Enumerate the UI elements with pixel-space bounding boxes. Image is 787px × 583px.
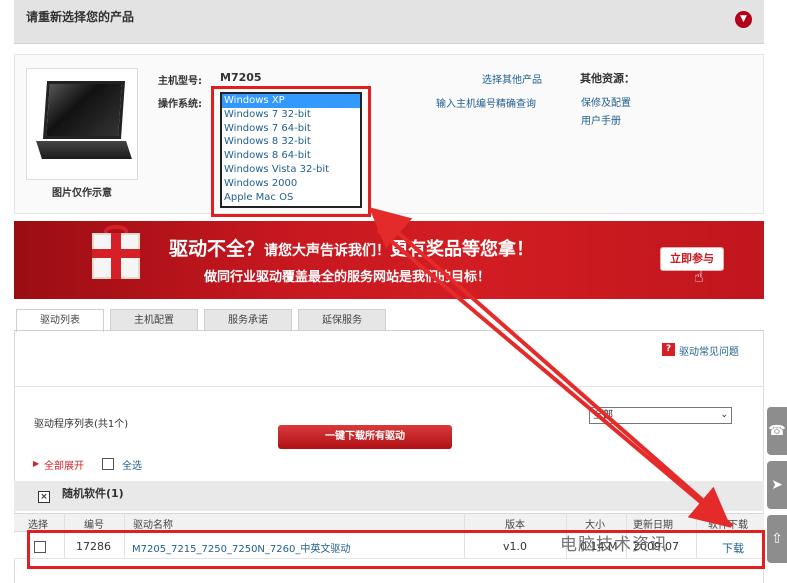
laptop-base xyxy=(36,141,132,159)
tab-driver-list[interactable]: 驱动列表 xyxy=(16,309,104,332)
select-other-product-link[interactable]: 选择其他产品 xyxy=(482,71,542,86)
image-caption: 图片仅作示意 xyxy=(52,188,112,199)
banner-headline: 驱动不全？请您大声告诉我们！更有奖品等您拿！ xyxy=(169,234,534,261)
top-icon[interactable]: ⇧ xyxy=(767,515,787,563)
warranty-link[interactable]: 保修及配置 xyxy=(581,94,631,109)
column-header: 版本 xyxy=(505,520,525,531)
chevron-down-icon: ⌄ xyxy=(720,410,728,420)
watermark-text: 电脑技术资讯 xyxy=(560,535,668,555)
column-header: 编号 xyxy=(84,520,104,531)
column-header: 软件下载 xyxy=(708,520,748,531)
expand-all-link[interactable]: 全部展开 xyxy=(44,457,84,472)
share-icon[interactable]: ➤ xyxy=(767,461,787,509)
column-header: 大小 xyxy=(585,520,605,531)
manual-link[interactable]: 用户手册 xyxy=(581,112,621,127)
product-header: 请重新选择您的产品 ▼ xyxy=(14,0,764,44)
model-label: 主机型号: xyxy=(158,76,202,87)
triangle-right-icon: ▶ xyxy=(33,459,40,468)
collapse-icon[interactable]: × xyxy=(38,491,50,503)
os-highlight-box xyxy=(211,86,371,217)
divider xyxy=(14,386,764,387)
product-image xyxy=(26,68,138,180)
driver-list-title: 驱动程序列表(共1个) xyxy=(34,419,129,430)
section-bar xyxy=(14,481,764,511)
promo-banner[interactable]: 驱动不全？请您大声告诉我们！更有奖品等您拿！ 做同行业驱动覆盖最全的服务网站是我… xyxy=(14,221,764,299)
chevron-down-icon[interactable]: ▼ xyxy=(735,11,752,28)
download-all-button[interactable]: 一键下载所有驱动 xyxy=(278,425,452,449)
tab-host-config[interactable]: 主机配置 xyxy=(110,309,198,331)
serial-query-link[interactable]: 输入主机编号精确查询 xyxy=(436,95,536,110)
os-label: 操作系统: xyxy=(158,99,202,110)
model-value: M7205 xyxy=(220,71,262,84)
column-header: 更新日期 xyxy=(633,520,673,531)
header-title: 请重新选择您的产品 xyxy=(26,10,135,24)
tab-extended-warranty[interactable]: 延保服务 xyxy=(298,309,386,331)
other-resources-title: 其他资源： xyxy=(580,72,635,85)
join-button[interactable]: 立即参与 xyxy=(660,247,724,271)
column-header: 驱动名称 xyxy=(133,520,173,531)
tab-service-promise[interactable]: 服务承诺 xyxy=(204,309,292,331)
laptop-image xyxy=(42,81,126,139)
category-filter-select[interactable]: 全部 ⌄ xyxy=(589,407,732,424)
driver-faq-link[interactable]: 驱动常见问题 xyxy=(679,343,739,358)
gift-ribbon xyxy=(92,249,140,258)
banner-headline-part3: 更有奖品等您拿！ xyxy=(390,239,535,260)
banner-subline: 做同行业驱动覆盖最全的服务网站是我们的目标！ xyxy=(204,270,491,285)
select-all-checkbox[interactable] xyxy=(102,458,114,470)
filter-value: 全部 xyxy=(593,410,613,421)
column-header: 选择 xyxy=(28,520,48,531)
select-all-label[interactable]: 全选 xyxy=(122,457,142,472)
banner-headline-part1: 驱动不全？ xyxy=(169,238,265,260)
banner-headline-part2: 请您大声告诉我们！ xyxy=(264,243,391,259)
question-icon[interactable]: ? xyxy=(662,343,675,356)
chat-icon[interactable]: ☎ xyxy=(767,407,787,455)
hand-cursor-icon: ☝ xyxy=(694,267,704,286)
section-title: 随机软件(1) xyxy=(62,487,124,500)
